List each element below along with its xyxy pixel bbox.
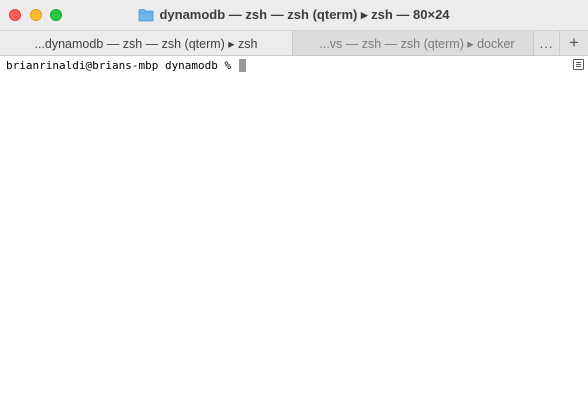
tab-label: ...vs — zsh — zsh (qterm) ▸ docker bbox=[319, 36, 515, 51]
window-title: dynamodb — zsh — zsh (qterm) ▸ zsh — 80×… bbox=[159, 7, 450, 22]
tab-dynamodb[interactable]: ...dynamodb — zsh — zsh (qterm) ▸ zsh bbox=[0, 31, 293, 55]
title-bar[interactable]: dynamodb — zsh — zsh (qterm) ▸ zsh — 80×… bbox=[0, 0, 588, 30]
prompt-line: brianrinaldi@brians-mbp dynamodb % bbox=[6, 59, 246, 72]
plus-icon: + bbox=[569, 33, 579, 52]
tab-bar: ...dynamodb — zsh — zsh (qterm) ▸ zsh ..… bbox=[0, 30, 588, 56]
folder-icon bbox=[139, 9, 154, 22]
marks-icon[interactable] bbox=[573, 59, 584, 70]
terminal-window: dynamodb — zsh — zsh (qterm) ▸ zsh — 80×… bbox=[0, 0, 588, 400]
shell-prompt: brianrinaldi@brians-mbp dynamodb % bbox=[6, 59, 238, 72]
text-cursor bbox=[238, 59, 246, 72]
tab-overflow-label: ... bbox=[539, 35, 554, 51]
tab-overflow-button[interactable]: ... bbox=[534, 31, 560, 55]
new-tab-button[interactable]: + bbox=[560, 31, 588, 55]
tab-label: ...dynamodb — zsh — zsh (qterm) ▸ zsh bbox=[34, 36, 258, 51]
window-title-group: dynamodb — zsh — zsh (qterm) ▸ zsh — 80×… bbox=[0, 0, 588, 30]
terminal-content[interactable]: brianrinaldi@brians-mbp dynamodb % bbox=[0, 56, 588, 400]
tab-vs[interactable]: ...vs — zsh — zsh (qterm) ▸ docker bbox=[293, 31, 534, 55]
